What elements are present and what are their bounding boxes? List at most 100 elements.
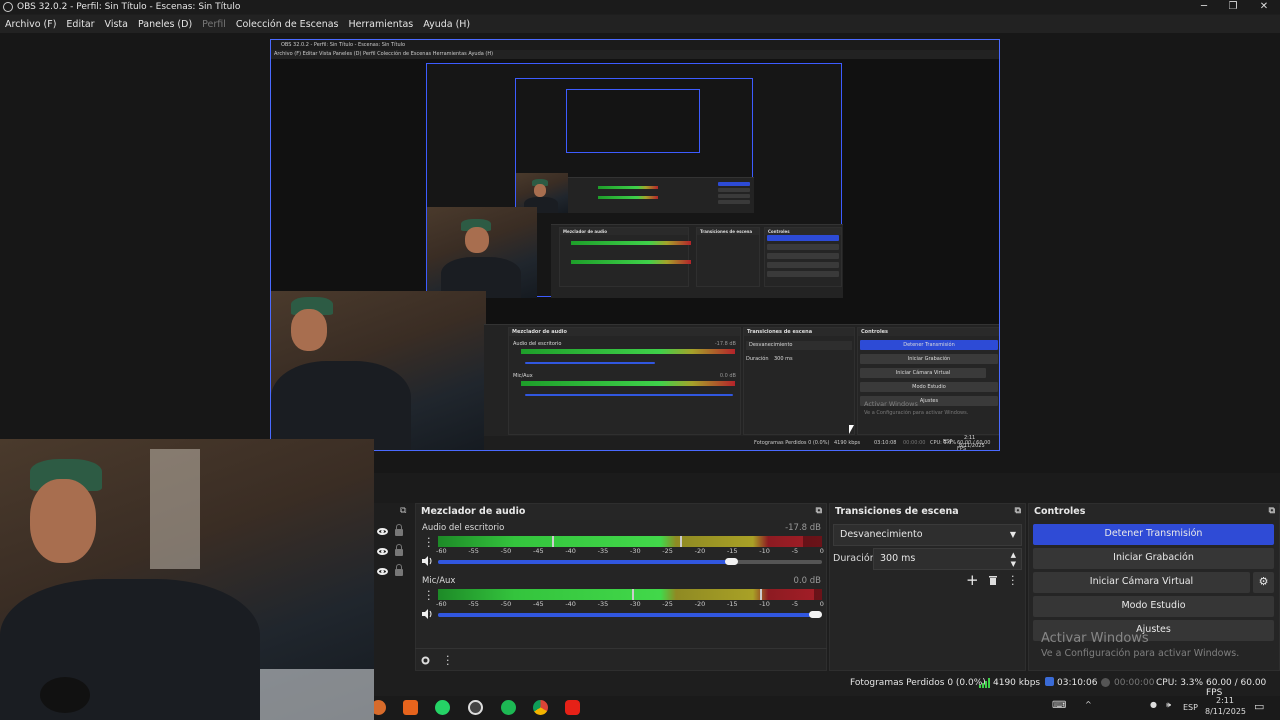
minimize-button[interactable]: ─ xyxy=(1188,0,1220,14)
nested-duration-value: 300 ms xyxy=(774,356,793,362)
speaker-icon[interactable] xyxy=(422,556,433,566)
menu-paneles[interactable]: Paneles (D) xyxy=(133,19,197,30)
nested-clock: 2:11 xyxy=(964,435,976,441)
lock-icon[interactable] xyxy=(395,564,403,576)
menu-archivo[interactable]: Archivo (F) xyxy=(0,19,61,30)
audio-mixer-undock-icon[interactable]: ⧉ xyxy=(816,506,822,516)
clock-date[interactable]: 8/11/2025 xyxy=(1205,707,1246,716)
audio-mixer-title: Mezclador de audio xyxy=(421,506,526,517)
cpu-usage: CPU: 3.3% xyxy=(1156,678,1204,688)
volume-slider-desktop[interactable] xyxy=(724,558,738,565)
transition-select-value: Desvanecimiento xyxy=(840,529,923,540)
track-menu-icon[interactable]: · · · xyxy=(427,533,431,552)
nested-mixer: Mezclador de audio Audio del escritorio … xyxy=(508,327,741,435)
nested-lang: ESP xyxy=(943,439,953,445)
close-button[interactable]: ✕ xyxy=(1248,0,1280,14)
mixer-menu-icon[interactable]: · · · xyxy=(446,651,450,670)
program-preview[interactable]: OBS 32.0.2 - Perfil: Sin Título - Escena… xyxy=(270,39,1000,451)
nested-controls-title-2: Controles xyxy=(765,228,841,235)
fps-readout: 60.00 / 60.00 FPS xyxy=(1206,678,1267,698)
youtube-icon[interactable] xyxy=(565,700,580,715)
track-db-desktop: -17.8 dB xyxy=(785,523,821,533)
nested-dock-3 xyxy=(568,177,754,213)
nested-date: 8/11/2025 xyxy=(959,443,985,449)
volume-slider-mic[interactable] xyxy=(809,611,822,618)
add-transition-icon[interactable]: + xyxy=(966,571,979,589)
virtual-camera-settings-button[interactable]: ⚙ xyxy=(1253,572,1274,593)
nested-webcam-2 xyxy=(427,207,537,298)
trash-icon[interactable] xyxy=(988,574,998,585)
nested-start-recording: Iniciar Grabación xyxy=(860,354,998,364)
chrome-icon[interactable] xyxy=(533,700,548,715)
track-menu-icon[interactable]: · · · xyxy=(427,586,431,605)
clock-time[interactable]: 2:11 xyxy=(1216,696,1234,705)
lock-icon[interactable] xyxy=(395,544,403,556)
maximize-button[interactable]: ❐ xyxy=(1217,0,1249,14)
nested-stop-stream: Detener Transmisión xyxy=(860,340,998,350)
obs-taskbar-icon[interactable] xyxy=(468,700,483,715)
transition-menu-icon[interactable]: · · · xyxy=(1011,571,1015,590)
nested-transitions-title-2: Transiciones de escena xyxy=(697,228,759,235)
eye-icon[interactable] xyxy=(377,527,388,535)
nested-preview-2 xyxy=(515,78,754,213)
input-language[interactable]: ESP xyxy=(1183,703,1198,712)
nested-dock: Mezclador de audio Audio del escritorio … xyxy=(484,324,999,438)
nested-dropped: Fotogramas Perdidos 0 (0.0%) xyxy=(754,440,830,446)
nested-rec-time: 00:00:00 xyxy=(903,440,926,446)
menu-coleccion-escenas[interactable]: Colección de Escenas xyxy=(231,19,344,30)
volume-tray-icon[interactable]: 🕪 xyxy=(1166,700,1171,710)
record-icon xyxy=(1101,678,1110,687)
menu-herramientas[interactable]: Herramientas xyxy=(344,19,419,30)
eye-icon[interactable] xyxy=(377,567,388,575)
meter-scale-mic: -60 -55 -50 -45 -40 -35 -30 -25 -20 -15 -10 -5 0 xyxy=(436,600,824,608)
duration-label: Duración xyxy=(833,553,876,564)
mixer-settings-icon[interactable] xyxy=(420,655,431,666)
nested-controls-title: Controles xyxy=(858,328,999,336)
nested-transitions: Transiciones de escena Desvanecimiento D… xyxy=(743,327,855,435)
nested-track2-name: Mic/Aux xyxy=(513,373,533,379)
studio-mode-button[interactable]: Modo Estudio xyxy=(1033,596,1274,617)
lock-icon[interactable] xyxy=(395,524,403,536)
nested-status-bar: Fotogramas Perdidos 0 (0.0%) 4190 kbps 0… xyxy=(484,436,999,450)
whatsapp-icon[interactable] xyxy=(435,700,450,715)
eye-icon[interactable] xyxy=(377,547,388,555)
start-virtual-camera-button[interactable]: Iniciar Cámara Virtual xyxy=(1033,572,1250,593)
notification-icon[interactable]: ▭ xyxy=(1254,700,1264,713)
windows-taskbar: ⌨ ^ ● 🕪 ESP 2:11 8/11/2025 ▭ xyxy=(371,696,1280,720)
transition-select[interactable]: Desvanecimiento ▼ xyxy=(833,524,1022,546)
sources-undock-icon[interactable]: ⧉ xyxy=(400,506,406,516)
keyboard-icon[interactable]: ⌨ xyxy=(1052,700,1066,711)
nested-kbps: 4190 kbps xyxy=(834,440,861,446)
menu-vista[interactable]: Vista xyxy=(100,19,133,30)
track-db-mic: 0.0 dB xyxy=(793,576,821,586)
stream-time: 03:10:06 xyxy=(1057,678,1098,688)
obs-logo-icon xyxy=(3,2,13,12)
stop-stream-button[interactable]: Detener Transmisión xyxy=(1033,524,1274,545)
duration-input[interactable]: 300 ms ▲ ▼ xyxy=(873,548,1022,570)
nested-controls: Controles Detener Transmisión Iniciar Gr… xyxy=(857,327,999,435)
nested-mixer-title-2: Mezclador de audio xyxy=(560,228,688,235)
menu-editar[interactable]: Editar xyxy=(61,19,99,30)
nested-track1-name: Audio del escritorio xyxy=(513,341,562,347)
chevron-up-icon[interactable]: ^ xyxy=(1085,700,1092,709)
app-orange-icon[interactable] xyxy=(403,700,418,715)
nested-title-bar: OBS 32.0.2 - Perfil: Sin Título - Escena… xyxy=(271,40,999,50)
nested-preview: Mezclador de audio Transiciones de escen… xyxy=(426,63,843,298)
transitions-undock-icon[interactable]: ⧉ xyxy=(1015,506,1021,516)
nested-mixer-title: Mezclador de audio xyxy=(509,328,740,336)
transitions-header: Transiciones de escena ⧉ xyxy=(830,504,1025,520)
status-bar: Fotogramas Perdidos 0 (0.0%) 4190 kbps 0… xyxy=(374,671,1280,698)
speaker-icon[interactable] xyxy=(422,609,433,619)
activate-windows-title: Activar Windows xyxy=(1041,631,1149,646)
menu-ayuda[interactable]: Ayuda (H) xyxy=(418,19,475,30)
scene-dock-strip xyxy=(374,473,1280,503)
stream-icon xyxy=(1045,677,1054,686)
mic-tray-icon[interactable]: ● xyxy=(1150,700,1157,709)
controls-undock-icon[interactable]: ⧉ xyxy=(1269,506,1275,516)
nested-watermark-1: Activar Windows xyxy=(864,400,918,408)
start-recording-button[interactable]: Iniciar Grabación xyxy=(1033,548,1274,569)
nested-duration-label: Duración xyxy=(746,356,769,362)
spotify-icon[interactable] xyxy=(501,700,516,715)
record-time: 00:00:00 xyxy=(1114,678,1155,688)
menu-perfil[interactable]: Perfil xyxy=(197,19,231,30)
